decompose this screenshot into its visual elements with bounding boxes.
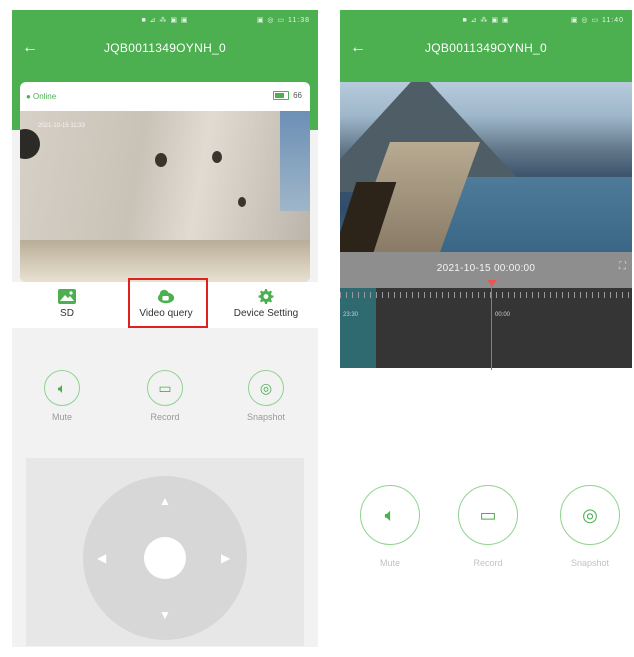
snapshot-button[interactable]: ◎ Snapshot bbox=[236, 370, 296, 422]
record-button[interactable]: ▭ Record bbox=[135, 370, 195, 422]
mute-button[interactable]: 🔈︎ Mute bbox=[350, 485, 430, 568]
camera-icon: ◎ bbox=[248, 370, 284, 406]
record-button[interactable]: ▭ Record bbox=[448, 485, 528, 568]
arrow-right-icon[interactable]: ▶ bbox=[221, 551, 230, 565]
video-camera-icon: ▭ bbox=[458, 485, 518, 545]
fullscreen-icon[interactable]: ⛶ bbox=[619, 261, 626, 272]
status-bar: ■ ⊿ ⁂ ▣ ▣ ▣ ◎ ▭ 11:40 bbox=[340, 16, 632, 28]
tick-label: 00:00 bbox=[495, 312, 511, 318]
playback-timestamp: 2021-10-15 00:00:00 bbox=[436, 263, 536, 274]
live-view-screen: ■ ⊿ ⁂ ▣ ▣ ▣ ◎ ▭ 11:38 ← JQB0011349OYNH_0… bbox=[12, 10, 318, 647]
snapshot-label: Snapshot bbox=[246, 412, 286, 422]
status-clock: ▣ ◎ ▭ 11:40 bbox=[570, 17, 624, 24]
wall-hole bbox=[238, 197, 246, 207]
live-video-feed[interactable]: 2021-10-15 11:33 bbox=[20, 111, 310, 282]
camera-icon: ◎ bbox=[560, 485, 620, 545]
image-icon bbox=[58, 289, 76, 304]
snapshot-label: Snapshot bbox=[570, 558, 610, 568]
timeline-cursor-head bbox=[487, 280, 497, 286]
timeline-ticks bbox=[340, 292, 632, 298]
video-timestamp: 2021-10-15 11:33 bbox=[38, 123, 85, 129]
arrow-down-icon[interactable]: ▼ bbox=[159, 608, 171, 622]
status-bar: ■ ⊿ ⁂ ▣ ▣ ▣ ◎ ▭ 11:38 bbox=[12, 16, 318, 28]
speaker-icon: 🔈︎ bbox=[360, 485, 420, 545]
ptz-direction-pad[interactable]: ▲ ▼ ◀ ▶ bbox=[83, 476, 247, 640]
status-icons: ■ ⊿ ⁂ ▣ ▣ bbox=[462, 17, 510, 24]
device-title: JQB0011349OYNH_0 bbox=[425, 41, 547, 55]
status-clock: ▣ ◎ ▭ 11:38 bbox=[256, 17, 310, 24]
mute-button[interactable]: 🔈︎ Mute bbox=[32, 370, 92, 422]
device-setting-label: Device Setting bbox=[233, 308, 299, 319]
live-card: ● Online 66 2021-10-15 11:33 bbox=[20, 82, 310, 282]
highlight-box bbox=[128, 278, 208, 328]
battery-icon bbox=[273, 91, 290, 100]
online-status: ● Online bbox=[26, 92, 57, 101]
record-label: Record bbox=[473, 558, 503, 568]
playback-screen: ■ ⊿ ⁂ ▣ ▣ ▣ ◎ ▭ 11:40 ← JQB0011349OYNH_0… bbox=[340, 10, 632, 647]
battery-level: 66 bbox=[293, 91, 302, 100]
window-light bbox=[280, 111, 310, 211]
playback-actions: 🔈︎ Mute ▭ Record ◎ Snapshot bbox=[340, 485, 632, 585]
device-setting-button[interactable]: Device Setting bbox=[220, 282, 312, 328]
record-label: Record bbox=[150, 412, 180, 422]
timeline-cursor[interactable] bbox=[491, 282, 492, 370]
battery-indicator: 66 bbox=[273, 91, 302, 100]
arrow-up-icon[interactable]: ▲ bbox=[159, 494, 171, 508]
app-bar: ■ ⊿ ⁂ ▣ ▣ ▣ ◎ ▭ 11:40 ← JQB0011349OYNH_0 bbox=[340, 10, 632, 82]
mute-label: Mute bbox=[51, 412, 72, 422]
sd-button[interactable]: SD bbox=[42, 282, 92, 328]
speaker-icon: 🔈︎ bbox=[44, 370, 80, 406]
lens-shadow bbox=[20, 129, 40, 159]
snapshot-button[interactable]: ◎ Snapshot bbox=[550, 485, 630, 568]
timeline-scrubber[interactable]: 23:30 00:00 bbox=[340, 288, 632, 368]
tick-label: 23:30 bbox=[343, 312, 359, 318]
floor bbox=[20, 240, 310, 282]
video-camera-icon: ▭ bbox=[147, 370, 183, 406]
arrow-left-icon[interactable]: ◀ bbox=[97, 551, 106, 565]
playback-time-bar: 2021-10-15 00:00:00 ⛶ bbox=[340, 252, 632, 288]
playback-video[interactable] bbox=[340, 82, 632, 252]
wall-hole bbox=[212, 151, 222, 163]
ptz-center-button[interactable] bbox=[144, 537, 186, 579]
device-title: JQB0011349OYNH_0 bbox=[104, 41, 226, 55]
gear-icon bbox=[258, 289, 274, 304]
status-icons: ■ ⊿ ⁂ ▣ ▣ bbox=[141, 17, 189, 24]
wall-hole bbox=[155, 153, 167, 167]
recorded-segment bbox=[340, 288, 376, 368]
control-actions: 🔈︎ Mute ▭ Record ◎ Snapshot bbox=[12, 370, 318, 430]
sd-label: SD bbox=[60, 308, 74, 319]
ptz-panel: ▲ ▼ ◀ ▶ bbox=[26, 458, 304, 646]
mute-label: Mute bbox=[379, 558, 400, 568]
